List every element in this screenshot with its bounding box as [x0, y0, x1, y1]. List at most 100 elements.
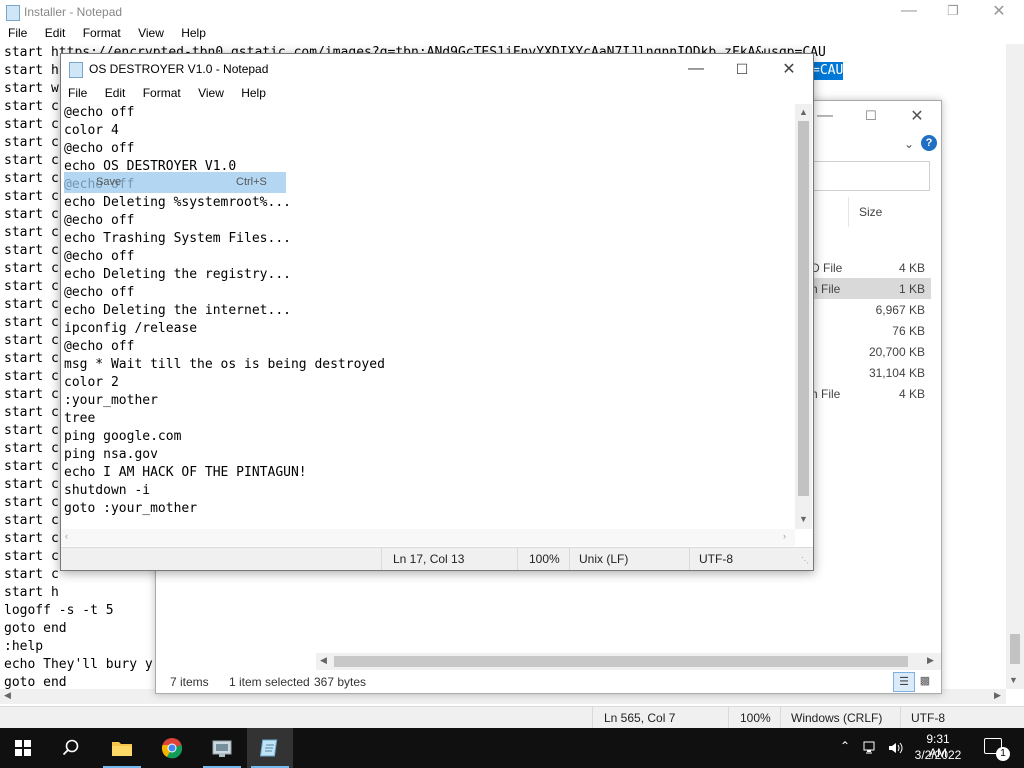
- bg-notepad-title: Installer - Notepad: [24, 5, 123, 19]
- large-icons-view-icon[interactable]: ▩: [917, 673, 933, 689]
- fg-notepad-lines: @echo off color 4 @echo off echo OS DESTROY…: [64, 104, 385, 518]
- file-row[interactable]: 20,700 KB: [811, 341, 931, 362]
- fg-scroll-right-arrow[interactable]: ›: [783, 531, 786, 541]
- file-row[interactable]: h File 4 KB: [811, 383, 931, 404]
- details-view-icon[interactable]: ☰: [893, 672, 915, 692]
- search-button[interactable]: [48, 728, 94, 768]
- explorer-selection-count: 1 item selected: [229, 675, 310, 689]
- fg-code-line: ping nsa.gov: [64, 447, 158, 462]
- explorer-statusbar: 7 items 1 item selected 367 bytes ☰ ▩: [156, 671, 941, 693]
- fg-scroll-thumb[interactable]: [798, 121, 809, 496]
- explorer-search-box[interactable]: [811, 161, 930, 191]
- menu-view[interactable]: View: [198, 86, 224, 100]
- fg-scroll-down-arrow[interactable]: ▼: [799, 514, 808, 524]
- file-row[interactable]: 31,104 KB: [811, 362, 931, 383]
- scroll-left-arrow[interactable]: ◀: [4, 690, 11, 701]
- menu-edit[interactable]: Edit: [45, 26, 66, 40]
- menu-view[interactable]: View: [138, 26, 164, 40]
- column-header-size[interactable]: Size: [859, 205, 882, 219]
- taskbar-chrome[interactable]: [149, 728, 195, 768]
- fg-close-button[interactable]: ✕: [766, 54, 812, 84]
- fg-code-line: ipconfig /release: [64, 321, 198, 336]
- file-size: 6,967 KB: [875, 303, 925, 317]
- file-row[interactable]: 6,967 KB: [811, 299, 931, 320]
- ghost-save-label: Save: [96, 176, 122, 188]
- minimize-button[interactable]: —: [886, 0, 932, 26]
- scroll-down-arrow[interactable]: ▼: [1009, 675, 1018, 685]
- clock-date[interactable]: 3/2/2022: [914, 748, 962, 762]
- fg-code-line: @echo off: [64, 285, 135, 300]
- explorer-scroll-right-arrow[interactable]: ▶: [927, 655, 934, 666]
- bg-status-eol: Windows (CRLF): [791, 711, 883, 725]
- explorer-scroll-left-arrow[interactable]: ◀: [320, 655, 327, 666]
- menu-edit[interactable]: Edit: [105, 86, 126, 100]
- explorer-close-button[interactable]: ✕: [894, 101, 940, 131]
- fg-notepad-titlebar[interactable]: OS DESTROYER V1.0 - Notepad — ☐ ✕: [61, 54, 813, 84]
- fg-code-line: color 4: [64, 123, 119, 138]
- menu-help[interactable]: Help: [241, 86, 266, 100]
- bg-notepad-titlebar[interactable]: Installer - Notepad — ❐ ✕: [0, 0, 1024, 24]
- file-row[interactable]: D File 4 KB: [811, 257, 931, 278]
- fg-vertical-scrollbar[interactable]: ▲ ▼: [795, 104, 812, 529]
- notepad-app-icon: [69, 62, 83, 78]
- fg-status-eol: Unix (LF): [579, 552, 629, 566]
- menu-file[interactable]: File: [68, 86, 87, 100]
- selected-text-tail: =CAU: [812, 62, 844, 80]
- fg-scroll-up-arrow[interactable]: ▲: [799, 107, 808, 117]
- chrome-icon: [161, 738, 183, 759]
- ribbon-expand-icon[interactable]: ⌄: [904, 137, 914, 151]
- menu-file[interactable]: File: [8, 26, 27, 40]
- fg-code-line: echo I AM HACK OF THE PINTAGUN!: [64, 465, 307, 480]
- chevron-up-icon[interactable]: ⌃: [840, 739, 850, 753]
- explorer-selection-size: 367 bytes: [314, 675, 367, 689]
- notepad-icon: [260, 739, 278, 757]
- help-icon[interactable]: ?: [921, 135, 937, 151]
- file-row[interactable]: 76 KB: [811, 320, 931, 341]
- resize-grip-icon[interactable]: ⋱: [801, 556, 809, 565]
- network-icon[interactable]: [863, 741, 879, 755]
- menu-format[interactable]: Format: [143, 86, 181, 100]
- installer-icon: [212, 740, 232, 757]
- file-size: 76 KB: [892, 324, 925, 338]
- explorer-maximize-button[interactable]: ☐: [848, 101, 894, 131]
- bg-notepad-menubar: File Edit Format View Help: [8, 26, 220, 42]
- fg-horizontal-scrollbar[interactable]: ‹ ›: [61, 529, 795, 546]
- fg-maximize-button[interactable]: ☐: [719, 54, 765, 84]
- fg-code-line: tree: [64, 411, 96, 426]
- ghost-save-shortcut: Ctrl+S: [236, 176, 267, 188]
- fg-notepad-menubar: File Edit Format View Help: [68, 86, 280, 102]
- notification-count-badge: 1: [996, 747, 1010, 761]
- scroll-right-arrow[interactable]: ▶: [994, 690, 1001, 701]
- taskbar-file-explorer[interactable]: [99, 728, 145, 768]
- fg-code-line: :your_mother: [64, 393, 158, 408]
- fg-code-line: goto :your_mother: [64, 501, 198, 516]
- fg-code-line: ping google.com: [64, 429, 182, 444]
- fg-scroll-left-arrow[interactable]: ‹: [65, 531, 68, 541]
- maximize-button[interactable]: ❐: [930, 0, 976, 26]
- fg-code-line: echo Deleting the registry...: [64, 267, 291, 282]
- fg-code-line: color 2: [64, 375, 119, 390]
- fg-minimize-button[interactable]: —: [673, 54, 719, 84]
- explorer-horizontal-scrollbar[interactable]: ◀ ▶: [316, 653, 941, 670]
- file-type: h File: [811, 387, 841, 401]
- file-size: 20,700 KB: [868, 345, 925, 359]
- close-button[interactable]: ✕: [976, 0, 1022, 26]
- explorer-item-count: 7 items: [170, 675, 209, 689]
- taskbar-installer-app[interactable]: [199, 728, 245, 768]
- fg-code-line: @echo off: [64, 105, 135, 120]
- fg-code-line: @echo off: [64, 141, 135, 156]
- file-row[interactable]: h File 1 KB: [811, 278, 931, 299]
- explorer-scroll-thumb[interactable]: [334, 656, 908, 667]
- fg-code-line: echo Deleting the internet...: [64, 303, 291, 318]
- fg-notepad-text-area[interactable]: @echo off color 4 @echo off echo OS DESTROY…: [61, 104, 795, 529]
- volume-icon[interactable]: [888, 741, 904, 755]
- menu-format[interactable]: Format: [83, 26, 121, 40]
- fg-notepad-window[interactable]: OS DESTROYER V1.0 - Notepad — ☐ ✕ File E…: [60, 53, 814, 571]
- fg-code-line: @echo off: [64, 249, 135, 264]
- bg-vertical-scrollbar[interactable]: ▼: [1006, 44, 1024, 689]
- taskbar-notepad[interactable]: [247, 728, 293, 768]
- scroll-thumb[interactable]: [1010, 634, 1020, 664]
- search-icon: [62, 739, 79, 756]
- menu-help[interactable]: Help: [181, 26, 206, 40]
- start-button[interactable]: [0, 728, 46, 768]
